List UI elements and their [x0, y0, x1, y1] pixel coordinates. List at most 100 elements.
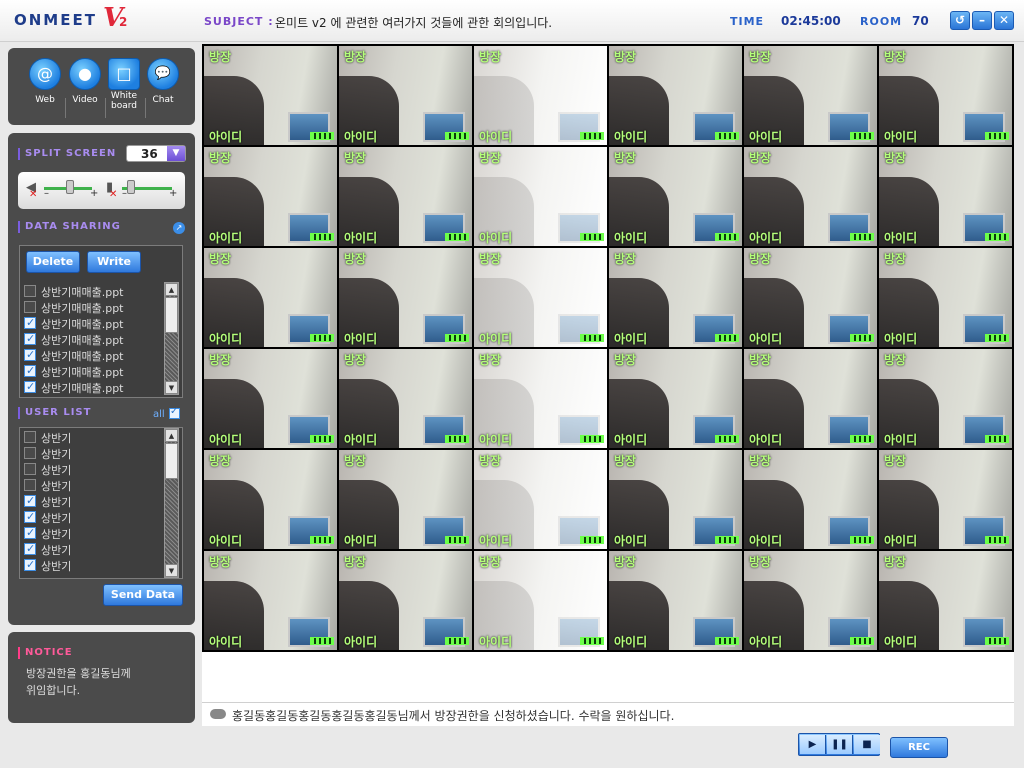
speaker-volume-knob[interactable]	[66, 180, 74, 194]
scroll-thumb[interactable]	[165, 297, 178, 333]
scroll-thumb[interactable]	[165, 443, 178, 479]
video-tile[interactable]: 방장 아이디	[474, 450, 607, 549]
restore-button[interactable]: ↺	[950, 11, 970, 30]
video-tile[interactable]: 방장 아이디	[204, 147, 337, 246]
close-button[interactable]: ✕	[994, 11, 1014, 30]
list-item[interactable]: 상반기매매출.ppt	[24, 380, 164, 396]
external-link-icon[interactable]: ↗	[173, 222, 185, 234]
video-tile[interactable]: 방장 아이디	[474, 551, 607, 650]
list-item[interactable]: 상반기매매출.ppt	[24, 300, 164, 316]
pause-button[interactable]: ❚❚	[827, 735, 853, 754]
video-tool-button[interactable]: ● Video	[68, 58, 102, 105]
user-list-scrollbar[interactable]: ▲ ▼	[164, 428, 179, 578]
video-tile[interactable]: 방장 아이디	[609, 450, 742, 549]
video-tile[interactable]: 방장 아이디	[474, 147, 607, 246]
video-tile[interactable]: 방장 아이디	[609, 46, 742, 145]
video-tile[interactable]: 방장 아이디	[204, 450, 337, 549]
video-tile[interactable]: 방장 아이디	[474, 46, 607, 145]
list-item[interactable]: 상반기매매출.ppt	[24, 348, 164, 364]
video-tile[interactable]: 방장 아이디	[339, 450, 472, 549]
video-tile[interactable]: 방장 아이디	[879, 551, 1012, 650]
record-button[interactable]: REC	[890, 737, 948, 758]
split-screen-select[interactable]: 36 ▼	[126, 145, 186, 162]
video-tile[interactable]: 방장 아이디	[339, 46, 472, 145]
chat-tool-button[interactable]: 💬 Chat	[146, 58, 180, 105]
list-item[interactable]: 상반기	[24, 542, 164, 558]
checkbox[interactable]	[24, 463, 36, 475]
user-id-label: 아이디	[614, 433, 648, 447]
checkbox[interactable]	[24, 316, 36, 329]
checkbox[interactable]	[24, 332, 36, 345]
play-button[interactable]: ▶	[800, 735, 826, 754]
video-tile[interactable]: 방장 아이디	[204, 248, 337, 347]
list-item[interactable]: 상반기	[24, 430, 164, 446]
speaker-muted-icon[interactable]: ◀ ✕	[26, 180, 40, 200]
video-tile[interactable]: 방장 아이디	[744, 349, 877, 448]
checkbox[interactable]	[24, 285, 36, 297]
video-tile[interactable]: 방장 아이디	[339, 147, 472, 246]
video-tile[interactable]: 방장 아이디	[609, 147, 742, 246]
list-item[interactable]: 상반기	[24, 446, 164, 462]
select-all-checkbox[interactable]	[169, 406, 180, 419]
video-tile[interactable]: 방장 아이디	[339, 551, 472, 650]
video-tile[interactable]: 방장 아이디	[879, 450, 1012, 549]
list-item[interactable]: 상반기	[24, 462, 164, 478]
list-item[interactable]: 상반기	[24, 526, 164, 542]
video-tile[interactable]: 방장 아이디	[204, 46, 337, 145]
video-tile[interactable]: 방장 아이디	[879, 46, 1012, 145]
video-tile[interactable]: 방장 아이디	[474, 248, 607, 347]
checkbox[interactable]	[24, 431, 36, 443]
scroll-up-icon[interactable]: ▲	[165, 429, 178, 442]
whiteboard-tool-button[interactable]: □ White board	[107, 58, 141, 111]
video-tile[interactable]: 방장 아이디	[609, 349, 742, 448]
list-item[interactable]: 상반기	[24, 510, 164, 526]
list-item[interactable]: 상반기매매출.ppt	[24, 332, 164, 348]
checkbox[interactable]	[24, 526, 36, 539]
video-tile[interactable]: 방장 아이디	[204, 551, 337, 650]
list-item[interactable]: 상반기매매출.ppt	[24, 316, 164, 332]
video-tile[interactable]: 방장 아이디	[609, 248, 742, 347]
scroll-down-icon[interactable]: ▼	[165, 381, 178, 394]
list-item-label: 상반기	[41, 432, 72, 445]
minimize-button[interactable]: –	[972, 11, 992, 30]
checkbox[interactable]	[24, 348, 36, 361]
scroll-up-icon[interactable]: ▲	[165, 283, 178, 296]
checkbox[interactable]	[24, 510, 36, 523]
list-item[interactable]: 상반기매매출.ppt	[24, 364, 164, 380]
checkbox[interactable]	[24, 479, 36, 491]
video-tile[interactable]: 방장 아이디	[339, 248, 472, 347]
video-tile[interactable]: 방장 아이디	[744, 46, 877, 145]
delete-button[interactable]: Delete	[26, 251, 80, 273]
list-item[interactable]: 상반기매매출.ppt	[24, 284, 164, 300]
video-tile[interactable]: 방장 아이디	[744, 551, 877, 650]
checkbox[interactable]	[24, 447, 36, 459]
checkbox[interactable]	[24, 380, 36, 393]
list-item[interactable]: 상반기	[24, 494, 164, 510]
checkbox[interactable]	[24, 364, 36, 377]
stop-button[interactable]: ■	[854, 735, 880, 754]
video-tile[interactable]: 방장 아이디	[339, 349, 472, 448]
video-tile[interactable]: 방장 아이디	[204, 349, 337, 448]
checkbox[interactable]	[24, 494, 36, 507]
web-tool-button[interactable]: @ Web	[28, 58, 62, 105]
video-tile[interactable]: 방장 아이디	[474, 349, 607, 448]
checkbox[interactable]	[24, 542, 36, 555]
mic-volume-knob[interactable]	[126, 180, 135, 194]
list-item[interactable]: 상반기	[24, 558, 164, 574]
send-data-button[interactable]: Send Data	[103, 584, 183, 606]
host-label: 방장	[479, 353, 502, 367]
list-item[interactable]: 상반기	[24, 478, 164, 494]
video-tile[interactable]: 방장 아이디	[744, 450, 877, 549]
video-tile[interactable]: 방장 아이디	[744, 248, 877, 347]
video-tile[interactable]: 방장 아이디	[879, 349, 1012, 448]
video-tile[interactable]: 방장 아이디	[609, 551, 742, 650]
data-sharing-scrollbar[interactable]: ▲ ▼	[164, 282, 179, 395]
microphone-muted-icon[interactable]: ▮ ✕	[106, 180, 120, 200]
video-tile[interactable]: 방장 아이디	[879, 147, 1012, 246]
video-tile[interactable]: 방장 아이디	[744, 147, 877, 246]
checkbox[interactable]	[24, 558, 36, 571]
scroll-down-icon[interactable]: ▼	[165, 564, 178, 577]
checkbox[interactable]	[24, 301, 36, 313]
write-button[interactable]: Write	[87, 251, 141, 273]
video-tile[interactable]: 방장 아이디	[879, 248, 1012, 347]
